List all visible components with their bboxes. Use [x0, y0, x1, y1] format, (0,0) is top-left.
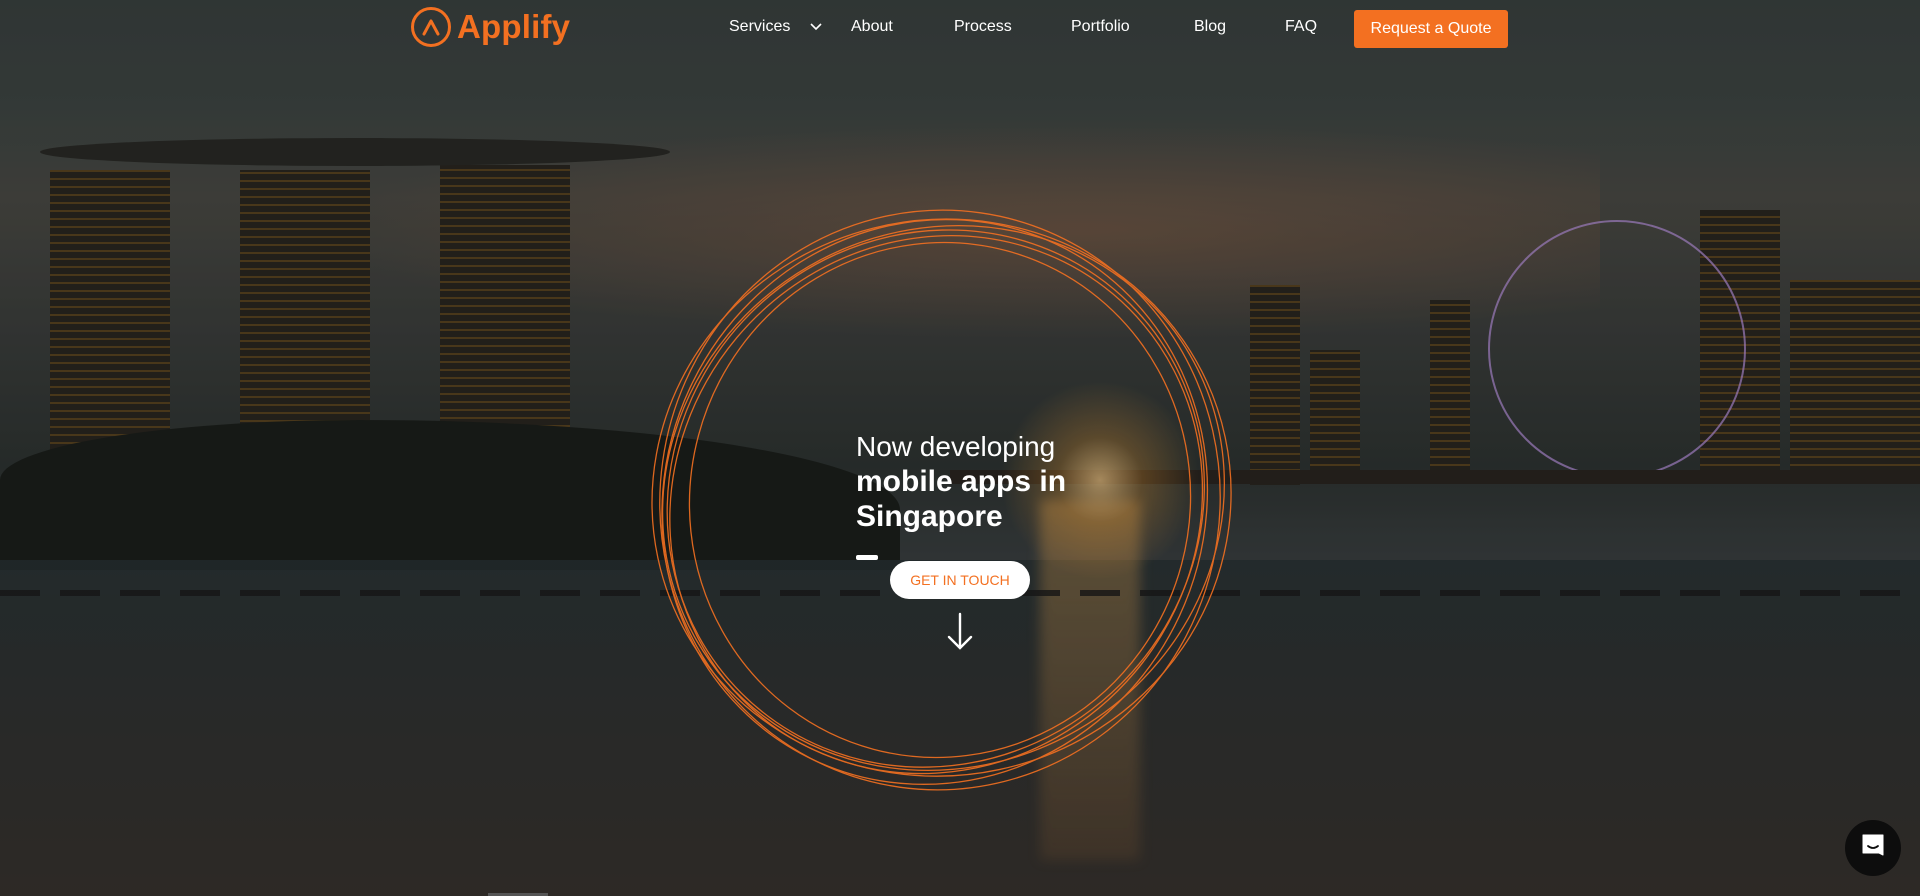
nav-about[interactable]: About: [851, 18, 893, 36]
chat-widget-button[interactable]: [1845, 820, 1901, 876]
get-in-touch-button[interactable]: GET IN TOUCH: [890, 561, 1030, 599]
arrow-down-icon[interactable]: [946, 612, 974, 657]
chat-bubble-icon: [1859, 832, 1887, 865]
hero-divider: [856, 555, 878, 560]
nav-blog[interactable]: Blog: [1194, 18, 1226, 36]
chevron-down-icon[interactable]: [809, 20, 823, 39]
site-header: Applify Services About Process Portfolio…: [0, 0, 1920, 58]
logo[interactable]: Applify: [411, 7, 570, 47]
nav-portfolio[interactable]: Portfolio: [1071, 18, 1130, 36]
hero-heading: Now developing mobile apps in Singapore: [856, 430, 1066, 534]
request-quote-button[interactable]: Request a Quote: [1354, 10, 1508, 48]
nav-services[interactable]: Services: [729, 18, 790, 36]
nav-process[interactable]: Process: [954, 18, 1012, 36]
hero-line-2: mobile apps in: [856, 465, 1067, 498]
nav-faq[interactable]: FAQ: [1285, 18, 1317, 36]
hero-line-3: Singapore: [856, 500, 1003, 533]
logo-icon: [411, 7, 451, 47]
hero-line-1: Now developing: [856, 431, 1056, 462]
logo-text: Applify: [457, 8, 571, 45]
